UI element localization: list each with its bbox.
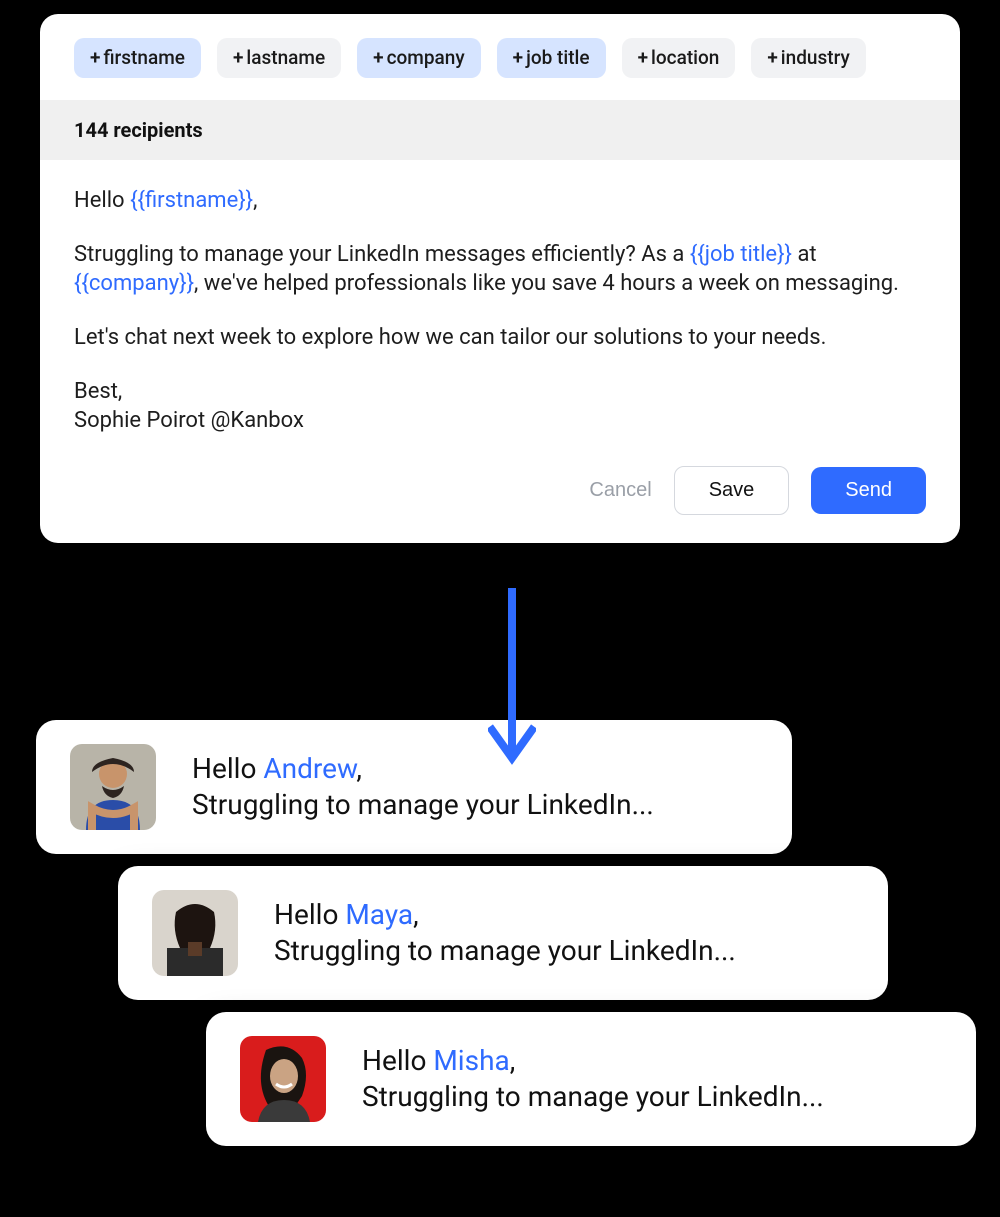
chip-label: job title <box>526 46 589 69</box>
variable-chips-row: + firstname + lastname + company + job t… <box>40 14 960 100</box>
preview-greeting-suffix: , <box>413 898 419 931</box>
greeting-suffix: , <box>253 188 257 213</box>
cancel-button[interactable]: Cancel <box>589 479 651 502</box>
signature-text: Sophie Poirot @Kanbox <box>74 408 304 433</box>
preview-greeting: Hello <box>362 1044 433 1077</box>
chip-label: location <box>651 46 719 69</box>
template-editor-card: + firstname + lastname + company + job t… <box>40 14 960 543</box>
chip-location[interactable]: + location <box>622 38 736 78</box>
token-firstname: {{firstname}} <box>130 188 253 213</box>
plus-icon: + <box>767 46 777 69</box>
chip-industry[interactable]: + industry <box>751 38 865 78</box>
avatar <box>240 1036 326 1122</box>
body-text: at <box>792 242 817 267</box>
preview-card: Hello Misha, Struggling to manage your L… <box>206 1012 976 1146</box>
preview-greeting: Hello <box>274 898 345 931</box>
preview-greeting: Hello <box>192 752 263 785</box>
plus-icon: + <box>233 46 243 69</box>
avatar <box>70 744 156 830</box>
chip-job-title[interactable]: + job title <box>497 38 606 78</box>
preview-body: Struggling to manage your LinkedIn... <box>362 1079 824 1115</box>
recipients-count-bar: 144 recipients <box>40 100 960 160</box>
preview-text: Hello Maya, Struggling to manage your Li… <box>274 897 736 970</box>
preview-text: Hello Misha, Struggling to manage your L… <box>362 1043 824 1116</box>
chip-label: firstname <box>103 46 184 69</box>
chip-company[interactable]: + company <box>357 38 481 78</box>
token-job-title: {{job title}} <box>690 242 792 267</box>
preview-greeting-suffix: , <box>510 1044 516 1077</box>
preview-body: Struggling to manage your LinkedIn... <box>192 787 654 823</box>
chip-lastname[interactable]: + lastname <box>217 38 341 78</box>
plus-icon: + <box>638 46 648 69</box>
preview-greeting-suffix: , <box>356 752 362 785</box>
send-button[interactable]: Send <box>811 467 926 514</box>
preview-name: Maya <box>345 898 413 931</box>
body-text: , we've helped professionals like you sa… <box>194 271 899 296</box>
chip-label: company <box>387 46 465 69</box>
preview-body: Struggling to manage your LinkedIn... <box>274 933 736 969</box>
plus-icon: + <box>513 46 523 69</box>
preview-card: Hello Andrew, Struggling to manage your … <box>36 720 792 854</box>
greeting-text: Hello <box>74 188 130 213</box>
body-text: Let's chat next week to explore how we c… <box>74 323 926 353</box>
plus-icon: + <box>90 46 100 69</box>
token-company: {{company}} <box>74 271 194 296</box>
message-template-editor[interactable]: Hello {{firstname}}, Struggling to manag… <box>40 160 960 446</box>
chip-label: industry <box>781 46 850 69</box>
plus-icon: + <box>373 46 383 69</box>
preview-card: Hello Maya, Struggling to manage your Li… <box>118 866 888 1000</box>
recipients-count-text: 144 recipients <box>74 118 203 142</box>
chip-label: lastname <box>246 46 325 69</box>
save-button[interactable]: Save <box>674 466 790 515</box>
avatar <box>152 890 238 976</box>
editor-footer-actions: Cancel Save Send <box>40 446 960 543</box>
preview-text: Hello Andrew, Struggling to manage your … <box>192 751 654 824</box>
preview-name: Andrew <box>263 752 356 785</box>
body-text: Struggling to manage your LinkedIn messa… <box>74 242 690 267</box>
preview-name: Misha <box>433 1044 509 1077</box>
signoff-text: Best, <box>74 379 122 404</box>
chip-firstname[interactable]: + firstname <box>74 38 201 78</box>
